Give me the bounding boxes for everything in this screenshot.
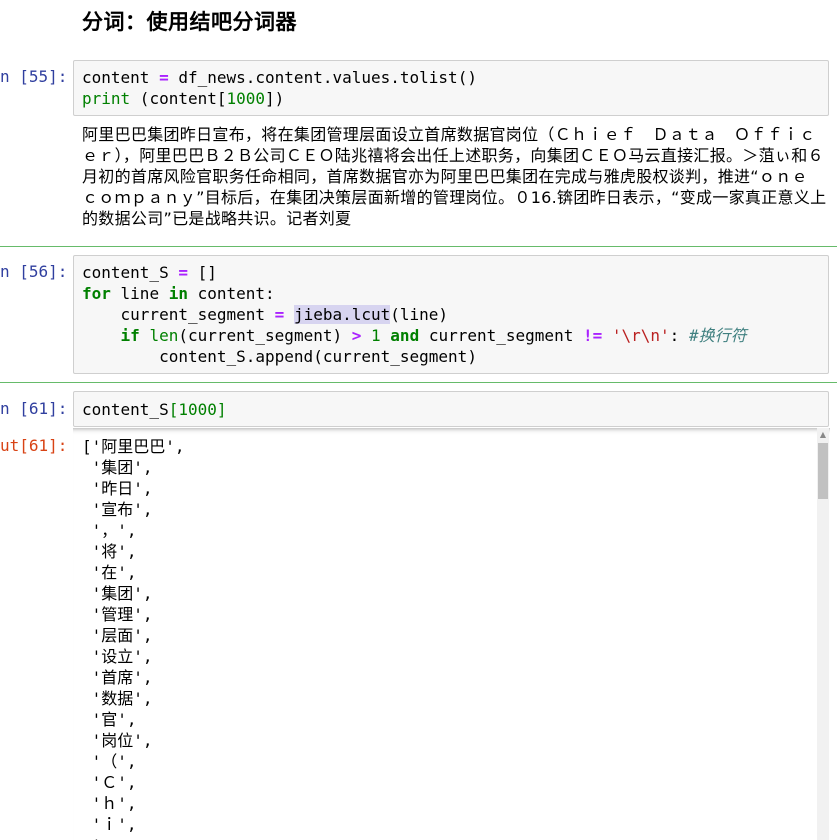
list-item: '数据', (82, 689, 153, 708)
code-token: current_segment (419, 326, 583, 345)
list-item: '集团', (82, 458, 153, 477)
code-token: : (669, 326, 689, 345)
list-item: 'Ｃ', (82, 773, 137, 792)
cell-61-prompt: n [61]: (0, 399, 68, 418)
code-builtin: len (149, 326, 179, 345)
code-keyword: in (168, 284, 188, 303)
code-string: '\r\n' (611, 326, 670, 345)
code-keyword: if (120, 326, 140, 345)
cell-separator (0, 246, 837, 247)
code-token: content (82, 68, 160, 87)
code-number: 1000 (226, 89, 266, 108)
code-token: line (110, 284, 169, 303)
list-item: '（', (82, 752, 137, 771)
list-item: '宣布', (82, 500, 153, 519)
cell-56-input[interactable]: content_S = [] for line in content: curr… (73, 255, 829, 374)
code-builtin: print (82, 89, 131, 108)
code-line: print (content[1000]) (82, 88, 820, 109)
code-operator: = (178, 263, 188, 282)
cell-61-output-scroll[interactable]: ['阿里巴巴', '集团', '昨日', '宣布', '，', '将', '在'… (73, 428, 830, 840)
list-item: 'ｈ', (82, 794, 137, 813)
list-item: '昨日', (82, 479, 153, 498)
code-token: (content[ (130, 89, 227, 108)
code-token: current_segment (82, 305, 275, 324)
code-token: [ (168, 400, 179, 419)
code-token: ]) (265, 89, 285, 108)
list-item: ' (82, 835, 185, 840)
list-item: '设立', (82, 647, 153, 666)
code-token: (current_segment) (178, 326, 352, 345)
code-line: content_S.append(current_segment) (82, 346, 820, 367)
cell-61-input[interactable]: content_S[1000] (73, 391, 829, 427)
code-number: 1000 (178, 400, 217, 419)
scroll-up-arrow-icon[interactable]: ▲ (817, 428, 829, 442)
list-item: '首席', (82, 668, 153, 687)
code-comment: #换行符 (688, 326, 747, 345)
code-token: content: (187, 284, 275, 303)
code-keyword: and (390, 326, 420, 345)
list-item: '集团', (82, 584, 153, 603)
code-operator: = (274, 305, 285, 324)
code-line: if len(current_segment) > 1 and current_… (82, 325, 820, 346)
code-operator: != (582, 326, 603, 345)
cell-separator (0, 382, 837, 383)
cell-55-input[interactable]: content = df_news.content.values.tolist(… (73, 60, 829, 116)
code-token: content_S (82, 400, 169, 419)
code-line: current_segment = jieba.lcut(line) (82, 304, 820, 325)
code-token: ] (216, 400, 227, 419)
cell-61-output-prompt: ut[61]: (0, 436, 68, 455)
output-list: ['阿里巴巴', '集团', '昨日', '宣布', '，', '将', '在'… (82, 436, 185, 840)
output-scrollbar[interactable]: ▲ (817, 428, 829, 840)
list-item: '岗位', (82, 731, 153, 750)
cell-56-prompt: n [56]: (0, 262, 68, 281)
list-item: '将', (82, 542, 137, 561)
code-token: content_S (82, 263, 179, 282)
code-line: for line in content: (82, 283, 820, 304)
cell-55-output: 阿里巴巴集团昨日宣布，将在集团管理层面设立首席数据官岗位（Ｃｈｉｅｆ Ｄａｔａ … (82, 125, 827, 228)
list-item: '管理', (82, 605, 153, 624)
code-number: 1 (371, 326, 381, 345)
code-token: df_news.content.values.tolist() (168, 68, 477, 87)
list-item: '官', (82, 710, 137, 729)
list-item: '，', (82, 521, 137, 540)
code-operator: = (159, 68, 169, 87)
list-item: '在', (82, 563, 137, 582)
code-token: [] (187, 263, 217, 282)
code-token: content_S.append(current_segment) (82, 347, 477, 366)
code-keyword: for (82, 284, 111, 303)
code-line: content_S = [] (82, 262, 820, 283)
list-item: '层面', (82, 626, 153, 645)
highlighted-selection: jieba.lcut (293, 305, 391, 324)
cell-55-prompt: n [55]: (0, 67, 68, 86)
list-item: ['阿里巴巴', (82, 437, 185, 456)
code-line: content = df_news.content.values.tolist(… (82, 67, 820, 88)
code-line: content_S[1000] (82, 399, 820, 420)
list-item: 'ｉ', (82, 815, 137, 834)
code-token: (line) (390, 305, 449, 324)
scroll-thumb[interactable] (818, 443, 828, 499)
code-operator: > (351, 326, 362, 345)
section-heading: 分词：使用结吧分词器 (82, 10, 297, 34)
